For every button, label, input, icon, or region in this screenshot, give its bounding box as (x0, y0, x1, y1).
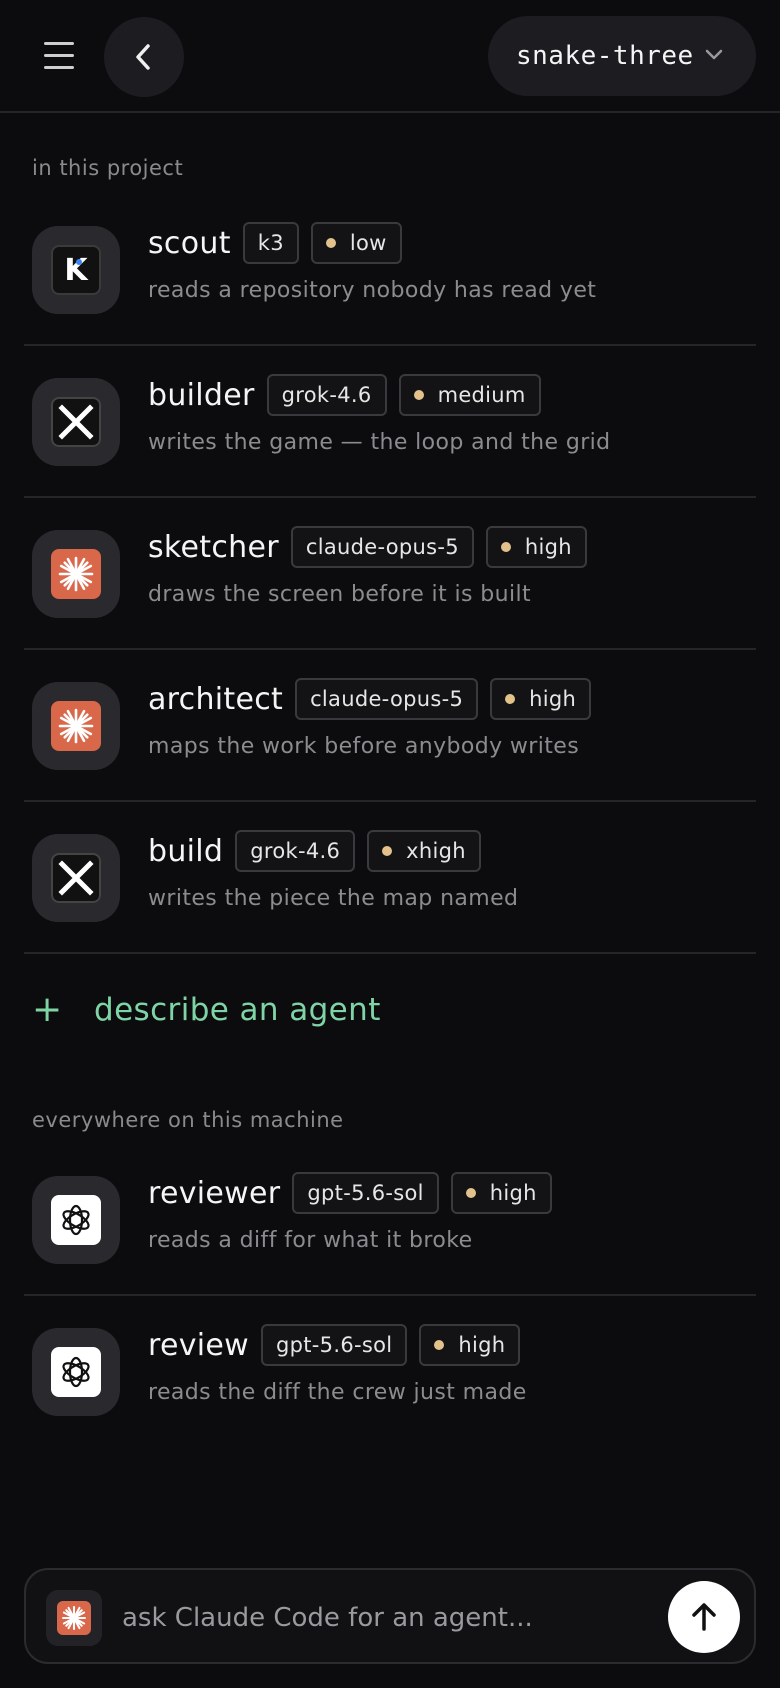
agent-name: scout (148, 225, 231, 261)
describe-agent-button[interactable]: + describe an agent (32, 980, 381, 1040)
model-tag: k3 (242, 222, 299, 264)
effort-label: high (524, 535, 572, 559)
composer-agent-avatar (46, 1590, 102, 1646)
agent-row-architect[interactable]: architect claude-opus-5 high maps the wo… (24, 650, 756, 802)
agent-row-scout[interactable]: K scout k3 low reads a repository nobody… (24, 194, 756, 346)
agent-name: build (148, 833, 224, 869)
agent-description: writes the piece the map named (148, 886, 519, 911)
effort-dot-icon (325, 238, 336, 248)
agent-avatar (32, 1328, 120, 1416)
effort-tag: low (310, 222, 402, 264)
chevron-down-icon (705, 49, 723, 60)
plus-icon: + (32, 989, 63, 1030)
agent-row-reviewer[interactable]: reviewer gpt-5.6-sol high reads a diff f… (24, 1144, 756, 1296)
effort-dot-icon (500, 542, 511, 552)
project-name: snake-three (516, 41, 694, 71)
model-tag: gpt-5.6-sol (292, 1172, 439, 1214)
effort-tag: xhigh (367, 830, 481, 872)
agent-row-review[interactable]: review gpt-5.6-sol high reads the diff t… (24, 1296, 756, 1448)
top-bar: snake-three (0, 0, 780, 113)
effort-tag: medium (398, 374, 541, 416)
agent-name: builder (148, 377, 255, 413)
model-tag: gpt-5.6-sol (261, 1324, 408, 1366)
openai-icon (51, 1347, 101, 1397)
agent-name: architect (148, 681, 284, 717)
back-button[interactable] (104, 17, 184, 97)
agent-avatar (32, 378, 120, 466)
agent-row-builder[interactable]: builder grok-4.6 medium writes the game … (24, 346, 756, 498)
agent-description: maps the work before anybody writes (148, 734, 580, 759)
effort-tag: high (490, 678, 592, 720)
effort-label: xhigh (406, 839, 466, 863)
composer (24, 1568, 756, 1664)
agent-row-build[interactable]: build grok-4.6 xhigh writes the piece th… (24, 802, 756, 954)
agent-description: writes the game — the loop and the grid (148, 430, 611, 455)
effort-tag: high (485, 526, 587, 568)
claude-icon (51, 701, 101, 751)
agent-description: reads a diff for what it broke (148, 1228, 473, 1253)
model-tag: claude-opus-5 (295, 678, 479, 720)
agent-request-input[interactable] (122, 1590, 642, 1646)
agent-avatar (32, 1176, 120, 1264)
effort-tag: high (419, 1324, 521, 1366)
chevron-left-icon (136, 44, 150, 70)
effort-label: high (529, 687, 577, 711)
model-tag: grok-4.6 (235, 830, 356, 872)
grok-icon (51, 853, 101, 903)
agent-row-sketcher[interactable]: sketcher claude-opus-5 high draws the sc… (24, 498, 756, 650)
effort-dot-icon (413, 390, 424, 400)
effort-dot-icon (382, 846, 393, 856)
effort-tag: high (450, 1172, 552, 1214)
section-label-project: in this project (32, 156, 184, 180)
agent-description: draws the screen before it is built (148, 582, 532, 607)
effort-dot-icon (465, 1188, 476, 1198)
agent-name: reviewer (148, 1175, 281, 1211)
claude-icon (57, 1601, 91, 1635)
agent-description: reads a repository nobody has read yet (148, 278, 597, 303)
agent-avatar: K (32, 226, 120, 314)
grok-icon (51, 397, 101, 447)
kimi-icon: K (51, 245, 101, 295)
project-selector[interactable]: snake-three (488, 16, 756, 96)
section-label-machine: everywhere on this machine (32, 1108, 344, 1132)
send-button[interactable] (668, 1581, 740, 1653)
describe-agent-label: describe an agent (94, 992, 381, 1028)
effort-label: high (489, 1181, 537, 1205)
agent-name: sketcher (148, 529, 279, 565)
model-tag: claude-opus-5 (290, 526, 474, 568)
arrow-up-icon (692, 1603, 716, 1631)
agent-name: review (148, 1327, 250, 1363)
agent-avatar (32, 834, 120, 922)
agent-avatar (32, 530, 120, 618)
effort-dot-icon (505, 694, 516, 704)
agent-avatar (32, 682, 120, 770)
model-tag: grok-4.6 (266, 374, 387, 416)
effort-label: medium (437, 383, 526, 407)
menu-icon[interactable] (38, 36, 82, 76)
agent-description: reads the diff the crew just made (148, 1380, 527, 1405)
openai-icon (51, 1195, 101, 1245)
effort-label: low (349, 231, 387, 255)
effort-label: high (458, 1333, 506, 1357)
effort-dot-icon (434, 1340, 445, 1350)
claude-icon (51, 549, 101, 599)
